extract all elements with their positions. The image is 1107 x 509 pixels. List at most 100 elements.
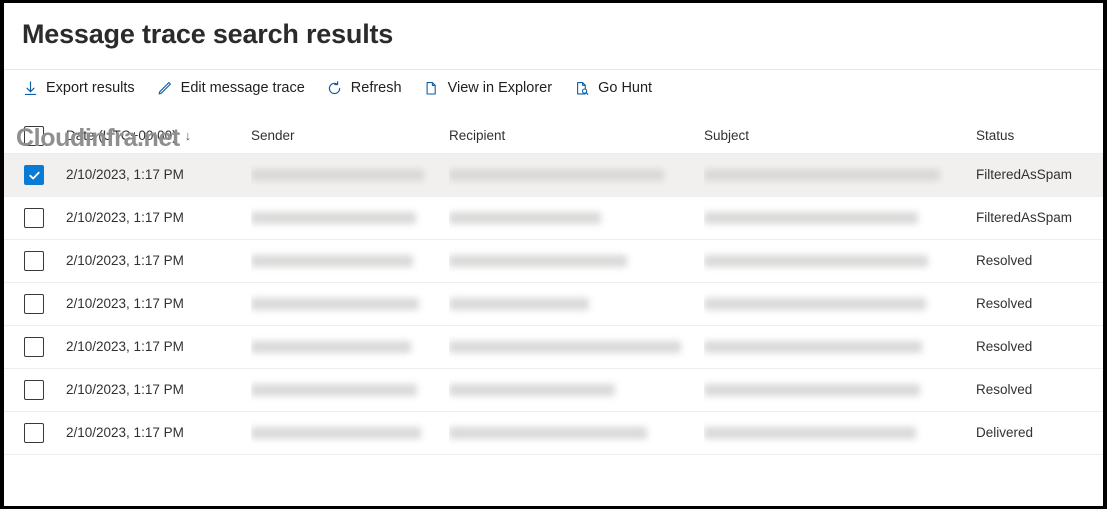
row-checkbox[interactable]: [24, 165, 44, 185]
cell-date: 2/10/2023, 1:17 PM: [66, 412, 251, 454]
redacted-sender: [251, 212, 416, 224]
row-checkbox[interactable]: [24, 251, 44, 271]
redacted-subject: [704, 255, 928, 267]
cell-date-text: 2/10/2023, 1:17 PM: [66, 253, 184, 268]
edit-message-trace-label: Edit message trace: [180, 80, 305, 96]
redacted-subject: [704, 384, 920, 396]
redacted-sender: [251, 255, 413, 267]
row-checkbox[interactable]: [24, 423, 44, 443]
export-results-label: Export results: [46, 80, 135, 96]
column-header-recipient-label: Recipient: [449, 127, 506, 143]
cell-date: 2/10/2023, 1:17 PM: [66, 197, 251, 239]
cell-date: 2/10/2023, 1:17 PM: [66, 154, 251, 196]
page-title: Message trace search results: [22, 19, 394, 49]
row-select-cell: [4, 283, 66, 325]
edit-message-trace-button[interactable]: Edit message trace: [154, 73, 314, 103]
table-row[interactable]: 2/10/2023, 1:17 PM Resolved: [4, 240, 1103, 283]
column-header-recipient[interactable]: Recipient: [449, 118, 704, 153]
cell-subject: [704, 412, 976, 454]
column-header-status[interactable]: Status: [976, 118, 1101, 153]
redacted-recipient: [449, 341, 681, 353]
redacted-recipient: [449, 427, 647, 439]
cell-status-text: Resolved: [976, 382, 1033, 397]
download-icon: [21, 79, 39, 97]
table-row[interactable]: 2/10/2023, 1:17 PM FilteredAsSpam: [4, 154, 1103, 197]
table-row[interactable]: 2/10/2023, 1:17 PM Delivered: [4, 412, 1103, 455]
cell-status: Resolved: [976, 240, 1101, 282]
cell-sender: [251, 369, 449, 411]
cell-status: Delivered: [976, 412, 1101, 454]
cell-subject: [704, 283, 976, 325]
table-row[interactable]: 2/10/2023, 1:17 PM Resolved: [4, 283, 1103, 326]
cell-recipient: [449, 326, 704, 368]
table-row[interactable]: 2/10/2023, 1:17 PM FilteredAsSpam: [4, 197, 1103, 240]
cell-recipient: [449, 154, 704, 196]
command-bar: Export results Edit message trace Refres…: [4, 70, 1103, 106]
results-table: Date (UTC+00:00) ↓ Sender Recipient Subj…: [4, 118, 1103, 455]
view-in-explorer-label: View in Explorer: [447, 80, 553, 96]
column-header-status-label: Status: [976, 127, 1015, 143]
cell-date-text: 2/10/2023, 1:17 PM: [66, 425, 184, 440]
go-hunt-label: Go Hunt: [598, 80, 653, 96]
redacted-subject: [704, 298, 926, 310]
cell-status-text: Resolved: [976, 339, 1033, 354]
cell-date: 2/10/2023, 1:17 PM: [66, 326, 251, 368]
watermark: Cloudinfra.net: [16, 124, 180, 152]
redacted-subject: [704, 169, 940, 181]
cell-sender: [251, 283, 449, 325]
cell-subject: [704, 154, 976, 196]
cell-status: FilteredAsSpam: [976, 154, 1101, 196]
table-row[interactable]: 2/10/2023, 1:17 PM Resolved: [4, 326, 1103, 369]
column-header-subject[interactable]: Subject: [704, 118, 976, 153]
cell-date-text: 2/10/2023, 1:17 PM: [66, 210, 184, 225]
redacted-sender: [251, 169, 424, 181]
checkmark-icon: [28, 171, 40, 179]
table-row[interactable]: 2/10/2023, 1:17 PM Resolved: [4, 369, 1103, 412]
cell-date-text: 2/10/2023, 1:17 PM: [66, 339, 184, 354]
refresh-icon: [326, 79, 344, 97]
cell-recipient: [449, 412, 704, 454]
cell-status: FilteredAsSpam: [976, 197, 1101, 239]
cell-status-text: Delivered: [976, 425, 1034, 440]
cell-status-text: Resolved: [976, 253, 1033, 268]
column-header-subject-label: Subject: [704, 127, 750, 143]
cell-recipient: [449, 197, 704, 239]
row-select-cell: [4, 369, 66, 411]
cell-sender: [251, 154, 449, 196]
cell-date-text: 2/10/2023, 1:17 PM: [66, 167, 184, 182]
title-area: Message trace search results: [4, 3, 1103, 69]
row-checkbox[interactable]: [24, 380, 44, 400]
cell-recipient: [449, 240, 704, 282]
cell-status-text: Resolved: [976, 296, 1033, 311]
row-select-cell: [4, 240, 66, 282]
cell-status: Resolved: [976, 283, 1101, 325]
cell-date: 2/10/2023, 1:17 PM: [66, 240, 251, 282]
cell-recipient: [449, 369, 704, 411]
table-body: 2/10/2023, 1:17 PM FilteredAsSpam 2/10/202…: [4, 154, 1103, 455]
redacted-recipient: [449, 298, 589, 310]
column-header-sender[interactable]: Sender: [251, 118, 449, 153]
cell-recipient: [449, 283, 704, 325]
redacted-subject: [704, 427, 916, 439]
redacted-sender: [251, 298, 419, 310]
row-select-cell: [4, 154, 66, 196]
refresh-label: Refresh: [350, 80, 402, 96]
cell-sender: [251, 240, 449, 282]
redacted-recipient: [449, 169, 664, 181]
refresh-button[interactable]: Refresh: [324, 73, 411, 103]
view-in-explorer-button[interactable]: View in Explorer: [421, 73, 562, 103]
cell-date: 2/10/2023, 1:17 PM: [66, 369, 251, 411]
page-copy-icon: [423, 79, 441, 97]
cell-subject: [704, 369, 976, 411]
cell-subject: [704, 326, 976, 368]
go-hunt-button[interactable]: Go Hunt: [571, 73, 661, 103]
redacted-subject: [704, 212, 918, 224]
row-checkbox[interactable]: [24, 208, 44, 228]
document-search-icon: [573, 79, 591, 97]
row-checkbox[interactable]: [24, 294, 44, 314]
export-results-button[interactable]: Export results: [19, 73, 144, 103]
row-checkbox[interactable]: [24, 337, 44, 357]
redacted-recipient: [449, 255, 627, 267]
cell-sender: [251, 326, 449, 368]
cell-date-text: 2/10/2023, 1:17 PM: [66, 382, 184, 397]
